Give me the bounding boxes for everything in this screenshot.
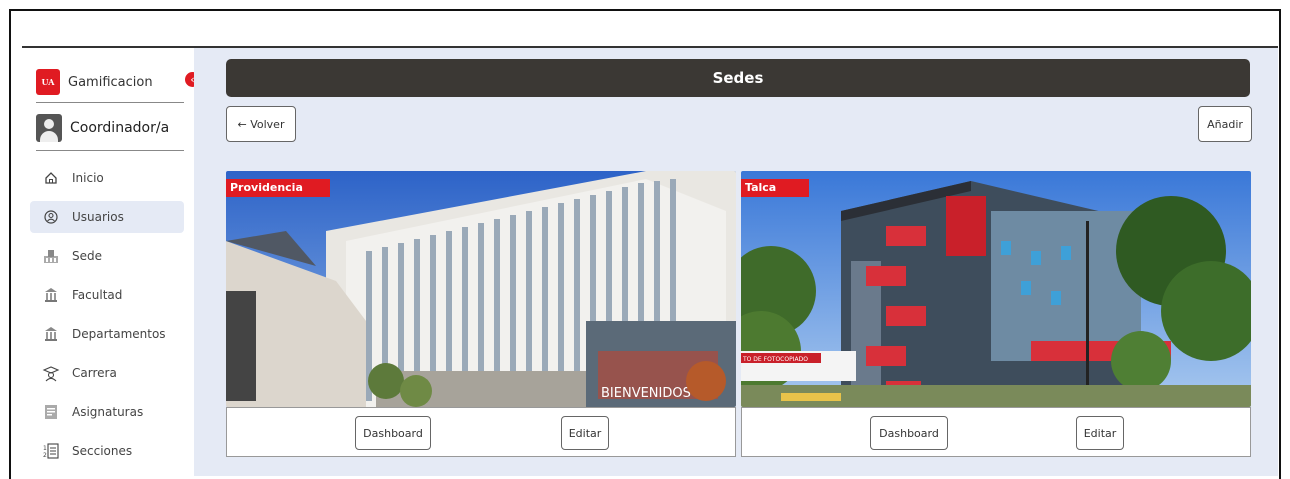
institution-icon xyxy=(40,284,62,306)
edit-button[interactable]: Editar xyxy=(1076,416,1124,450)
university-logo: UA xyxy=(36,69,60,95)
campus-photo: TO DE FOTOCOPIADO xyxy=(741,171,1251,407)
sede-card-talca: TO DE FOTOCOPIADO Talca Dashboard Editar xyxy=(741,171,1251,457)
photocopy-sign-text: TO DE FOTOCOPIADO xyxy=(742,356,808,363)
sidebar-nav: Inicio Usuarios Sede Facultad Departamen… xyxy=(30,162,184,474)
sidebar-item-label: Asignaturas xyxy=(72,405,144,419)
sidebar-item-label: Secciones xyxy=(72,444,133,458)
campus-photo: BIENVENIDOS xyxy=(226,171,736,407)
sidebar-item-usuarios[interactable]: Usuarios xyxy=(30,201,184,233)
sede-card-providencia: BIENVENIDOS Providencia Dashboard Editar xyxy=(226,171,736,457)
main-content: Sedes ← Volver Añadir BIENVENIDOS Provid… xyxy=(194,48,1278,476)
sidebar-brand: UA Gamificacion xyxy=(36,62,184,103)
dashboard-button[interactable]: Dashboard xyxy=(355,416,431,450)
edit-button[interactable]: Editar xyxy=(561,416,609,450)
user-role: Coordinador/a xyxy=(36,106,184,151)
add-button[interactable]: Añadir xyxy=(1198,106,1252,142)
brand-title: Gamificacion xyxy=(68,74,153,90)
avatar xyxy=(36,114,62,142)
svg-text:2: 2 xyxy=(43,452,47,459)
sidebar-item-label: Sede xyxy=(72,249,102,263)
user-circle-icon xyxy=(40,206,62,228)
graduate-icon xyxy=(40,362,62,384)
sidebar-item-label: Departamentos xyxy=(72,327,166,341)
home-icon xyxy=(40,167,62,189)
institution-icon xyxy=(40,323,62,345)
sidebar-item-inicio[interactable]: Inicio xyxy=(30,162,184,194)
sidebar-item-asignaturas[interactable]: Asignaturas xyxy=(30,396,184,428)
sidebar-item-carrera[interactable]: Carrera xyxy=(30,357,184,389)
sidebar-item-label: Carrera xyxy=(72,366,117,380)
book-icon xyxy=(40,401,62,423)
sidebar: UA Gamificacion ‹ Coordinador/a Inicio U… xyxy=(22,48,200,476)
sidebar-item-facultad[interactable]: Facultad xyxy=(30,279,184,311)
sidebar-item-sede[interactable]: Sede xyxy=(30,240,184,272)
sede-tag: Talca xyxy=(741,179,809,197)
sidebar-item-label: Facultad xyxy=(72,288,123,302)
sidebar-item-departamentos[interactable]: Departamentos xyxy=(30,318,184,350)
sede-tag: Providencia xyxy=(226,179,330,197)
page-title: Sedes xyxy=(226,59,1250,97)
building-icon xyxy=(40,245,62,267)
welcome-sign-text: BIENVENIDOS xyxy=(601,386,691,401)
back-button[interactable]: ← Volver xyxy=(226,106,296,142)
numbered-list-icon: 12 xyxy=(40,440,62,462)
card-footer: Dashboard Editar xyxy=(741,407,1251,457)
dashboard-button[interactable]: Dashboard xyxy=(870,416,948,450)
sidebar-item-label: Inicio xyxy=(72,171,104,185)
card-footer: Dashboard Editar xyxy=(226,407,736,457)
sidebar-item-label: Usuarios xyxy=(72,210,124,224)
svg-text:1: 1 xyxy=(43,445,47,452)
sidebar-item-secciones[interactable]: 12 Secciones xyxy=(30,435,184,467)
role-label: Coordinador/a xyxy=(70,120,170,136)
